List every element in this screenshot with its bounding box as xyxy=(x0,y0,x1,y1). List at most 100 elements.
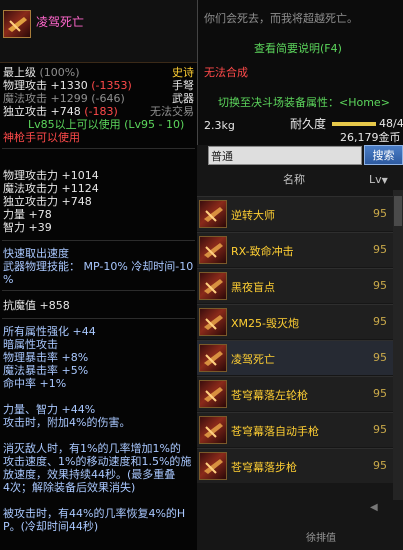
mag-attack-row: 魔法攻击 +1299 (-646) xyxy=(3,93,125,105)
stat-row: 独立攻击力 +748 xyxy=(3,196,92,208)
list-item-name: 苍穹幕落左轮枪 xyxy=(231,389,308,402)
element-line: 物理暴击率 +8% xyxy=(3,351,89,364)
weapon-icon xyxy=(199,452,227,480)
list-item[interactable]: RX-致命冲击 95 xyxy=(197,232,393,267)
weapon-icon xyxy=(199,272,227,300)
stat-label: 物理攻击力 xyxy=(3,169,58,182)
summary-link[interactable]: 查看简要说明(F4) xyxy=(254,40,342,56)
list-item[interactable]: 凌驾死亡 95 xyxy=(197,340,393,375)
level-requirement: Lv85以上可以使用 (Lv95 - 10) xyxy=(28,118,185,131)
mag-attack-value: +1299 xyxy=(50,92,88,105)
stat-label: 独立攻击力 xyxy=(3,195,58,208)
magic-resistance: 抗魔值 +858 xyxy=(3,299,70,312)
list-item-level: 95 xyxy=(373,387,387,400)
grade-pct: (100%) xyxy=(39,66,80,79)
weapon-icon xyxy=(199,380,227,408)
list-item-name: XM25-毁灭炮 xyxy=(231,317,299,330)
item-name: 凌驾死亡 xyxy=(36,15,85,29)
weapon-icon xyxy=(199,344,227,372)
ind-attack-value: +748 xyxy=(50,105,81,118)
phys-attack-diff: (-1353) xyxy=(91,79,132,92)
skill-line: % xyxy=(3,273,14,286)
durability-label: 耐久度 xyxy=(290,117,327,131)
column-lv-header[interactable]: Lv▼ xyxy=(369,170,388,190)
list-item-name: 苍穹幕落自动手枪 xyxy=(231,425,319,438)
list-item-name: 苍穹幕落步枪 xyxy=(231,461,297,474)
list-item-level: 95 xyxy=(373,315,387,328)
element-line: 所有属性强化 +44 xyxy=(3,325,96,338)
list-item-name: 逆转大师 xyxy=(231,209,275,222)
ind-attack-label: 独立攻击 xyxy=(3,105,47,118)
mag-attack-label: 魔法攻击 xyxy=(3,92,47,105)
scrollbar[interactable] xyxy=(393,190,403,500)
divider xyxy=(2,148,195,149)
list-item-name: 黑夜盲点 xyxy=(231,281,275,294)
slot-label: 手弩 xyxy=(172,79,194,92)
list-item-level: 95 xyxy=(373,207,387,220)
list-item[interactable]: 苍穹幕落自动手枪 95 xyxy=(197,412,393,447)
stat-label: 魔法攻击力 xyxy=(3,182,58,195)
divider xyxy=(2,290,195,291)
price: 26,179金币 xyxy=(340,131,401,144)
stat-value: +1124 xyxy=(61,182,99,195)
search-input-value: 普通 xyxy=(211,150,233,163)
ind-attack-row: 独立攻击 +748 (-183) xyxy=(3,106,118,118)
damage-line: 攻击时，附加4%的伤害。 xyxy=(3,416,131,429)
effect-line: 4次；解除装备后效果消失) xyxy=(3,481,136,494)
stat-row: 物理攻击力 +1014 xyxy=(3,170,99,182)
list-item[interactable]: 苍穹幕落步枪 95 xyxy=(197,448,393,483)
speed-text: 快速取出速度 xyxy=(3,247,69,260)
durability-bar xyxy=(332,122,376,126)
proc-line: 被攻击时，有44%的几率恢复4%的H xyxy=(3,507,186,520)
stat-label: 力量 xyxy=(3,208,25,221)
scroll-arrow-icon[interactable]: ◀ xyxy=(370,502,400,516)
footer-tab[interactable]: 徐排值 xyxy=(306,530,396,548)
scrollbar-thumb[interactable] xyxy=(394,196,402,226)
stat-value: +1014 xyxy=(61,169,99,182)
category-label: 武器 xyxy=(172,92,194,105)
list-item-level: 95 xyxy=(373,423,387,436)
list-item-level: 95 xyxy=(373,279,387,292)
stat-row: 魔法攻击力 +1124 xyxy=(3,183,99,195)
effect-line: 消灭敌人时，有1%的几率增加1%的 xyxy=(3,442,181,455)
list-item[interactable]: XM25-毁灭炮 95 xyxy=(197,304,393,339)
stat-label: 智力 xyxy=(3,221,25,234)
item-tooltip: 凌驾死亡 最上级 (100%) 史诗 物理攻击 +1330 (-1353) 手弩… xyxy=(0,0,198,550)
rarity-label: 史诗 xyxy=(172,66,194,79)
grade-label: 最上级 (100%) xyxy=(3,67,80,79)
crossbow-icon xyxy=(3,10,31,38)
search-input[interactable]: 普通 xyxy=(208,146,362,165)
weapon-icon xyxy=(199,308,227,336)
effect-line: 攻击速度、1%的移动速度和1.5%的施 xyxy=(3,455,192,468)
phys-attack-value: +1330 xyxy=(50,79,88,92)
list-item[interactable]: 黑夜盲点 95 xyxy=(197,268,393,303)
list-item-name: RX-致命冲击 xyxy=(231,245,294,258)
durability-fill xyxy=(332,122,376,126)
weapon-icon xyxy=(199,200,227,228)
list-item-level: 95 xyxy=(373,243,387,256)
column-lv-label: Lv xyxy=(369,173,382,186)
durability-value: 48/48 xyxy=(379,117,403,130)
trade-label: 无法交易 xyxy=(150,105,194,118)
weight: 2.3kg xyxy=(204,119,235,132)
search-button[interactable]: 搜索 xyxy=(364,145,403,165)
proc-line: P。(冷却时间44秒) xyxy=(3,520,99,533)
weapon-icon xyxy=(199,236,227,264)
mag-attack-diff: (-646) xyxy=(91,92,125,105)
list-item[interactable]: 逆转大师 95 xyxy=(197,196,393,231)
weapon-icon xyxy=(199,416,227,444)
grade-text: 最上级 xyxy=(3,66,36,79)
element-line: 命中率 +1% xyxy=(3,377,67,390)
ind-attack-diff: (-183) xyxy=(84,105,118,118)
list-item-name: 凌驾死亡 xyxy=(231,353,275,366)
list-item[interactable]: 苍穹幕落左轮枪 95 xyxy=(197,376,393,411)
phys-attack-row: 物理攻击 +1330 (-1353) xyxy=(3,80,132,92)
tooltip-header: 凌驾死亡 xyxy=(0,0,197,63)
column-name-header[interactable]: 名称 xyxy=(283,170,305,190)
no-synthesis: 无法合成 xyxy=(204,66,248,79)
class-requirement: 神枪手可以使用 xyxy=(3,131,80,144)
element-line: 魔法暴击率 +5% xyxy=(3,364,89,377)
stat-row: 智力 +39 xyxy=(3,222,52,234)
switch-attribute-link[interactable]: 切换至决斗场装备属性：<Home> xyxy=(218,94,390,110)
stat-value: +748 xyxy=(61,195,92,208)
